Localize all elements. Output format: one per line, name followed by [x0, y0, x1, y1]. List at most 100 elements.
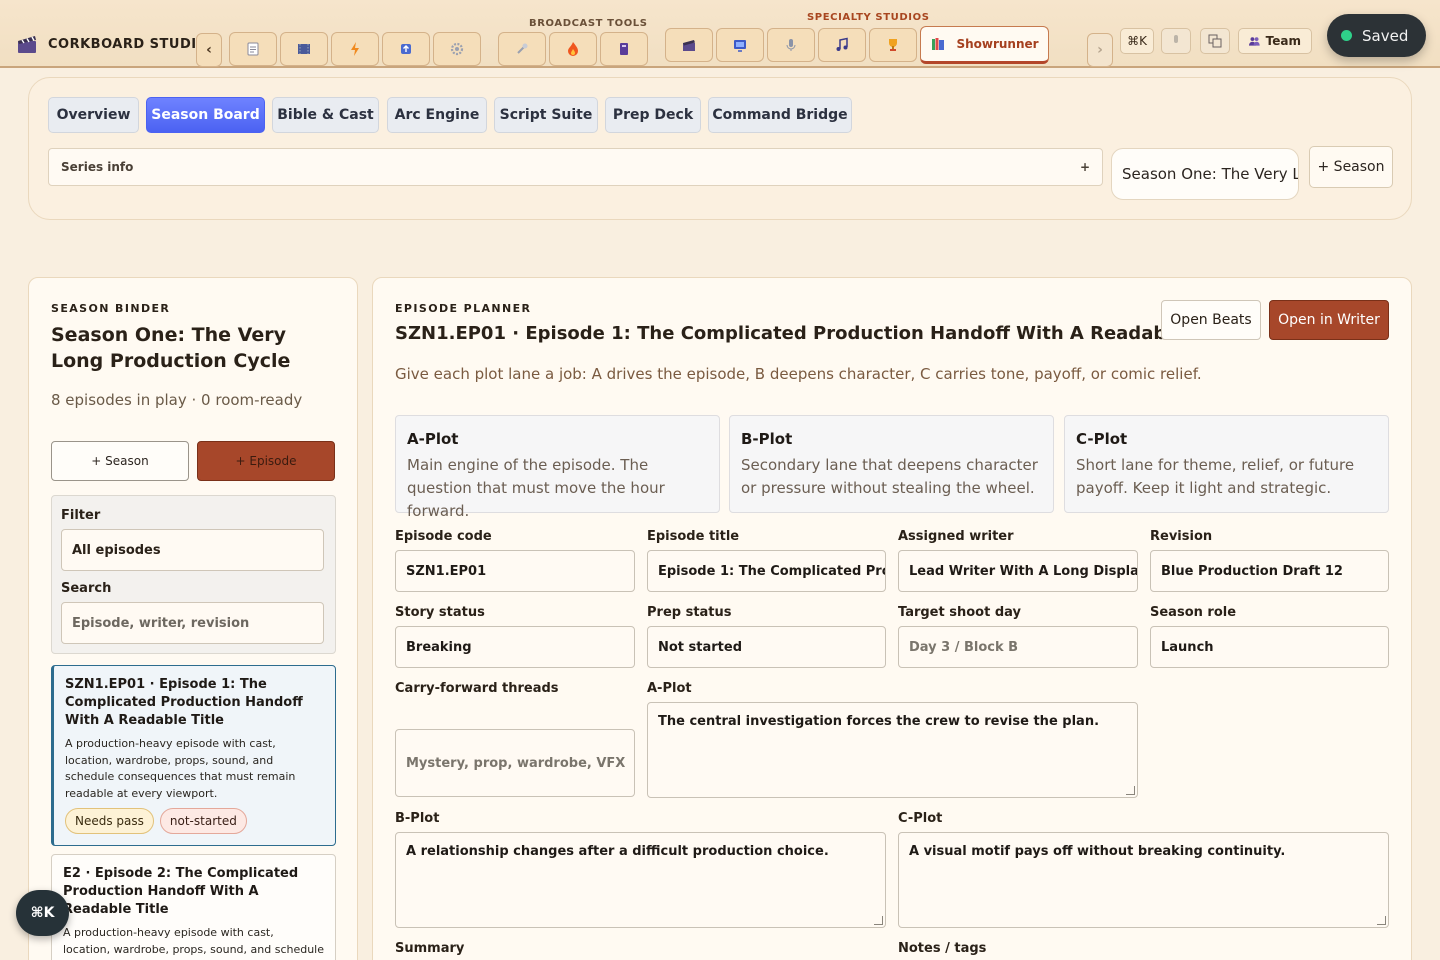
status-badge: not-started: [159, 808, 247, 834]
carry-forward-label: Carry-forward threads: [395, 681, 559, 696]
notes-tags-label: Notes / tags: [898, 941, 987, 956]
tool-notes-button[interactable]: [229, 32, 277, 66]
b-plot-label: B-Plot: [395, 811, 440, 826]
trophy-icon: [889, 39, 897, 51]
revision-label: Revision: [1150, 529, 1213, 544]
top-toolbar: CORKBOARD STUDIO ‹ BROADCAST TOOLS SPECI…: [0, 0, 1440, 68]
filter-panel: Filter All episodes Search Episode, writ…: [51, 495, 336, 654]
season-role-select[interactable]: Launch: [1150, 626, 1389, 668]
tab-prep-deck[interactable]: Prep Deck: [605, 97, 701, 133]
planner-eyebrow: EPISODE PLANNER: [395, 302, 532, 315]
prep-status-label: Prep status: [647, 605, 732, 620]
binder-eyebrow: SEASON BINDER: [51, 302, 171, 315]
season-select[interactable]: Season One: The Very Long Production Cyc…: [1111, 148, 1299, 200]
lane-title: C-Plot: [1076, 430, 1128, 448]
tool-fire-button[interactable]: [549, 32, 597, 66]
windows-button[interactable]: [1200, 28, 1230, 54]
mic-toggle-button[interactable]: [1161, 28, 1191, 54]
clapperboard-icon: [18, 36, 36, 53]
gear-icon: [450, 42, 464, 56]
tab-overview[interactable]: Overview: [48, 97, 139, 133]
c-plot-label: C-Plot: [898, 811, 943, 826]
episode-description: A production-heavy episode with cast, lo…: [63, 926, 325, 956]
tool-microphone-button[interactable]: [498, 32, 546, 66]
a-plot-textarea[interactable]: The central investigation forces the cre…: [647, 702, 1138, 798]
open-beats-button[interactable]: Open Beats: [1161, 300, 1261, 340]
tool-music-button[interactable]: [818, 28, 866, 62]
toolbar-next-button[interactable]: ›: [1087, 33, 1113, 67]
episode-code-field[interactable]: SZN1.EP01: [395, 550, 635, 592]
episode-title-field[interactable]: Episode 1: The Complicated Production Ha…: [647, 550, 886, 592]
group-label-broadcast: BROADCAST TOOLS: [529, 18, 648, 29]
planner-subtitle: Give each plot lane a job: A drives the …: [395, 365, 1202, 383]
tool-mic-button[interactable]: [767, 28, 815, 62]
episode-description: A production-heavy episode with cast, lo…: [65, 737, 296, 800]
clapperboard-icon: [683, 40, 695, 51]
team-label: Team: [1265, 34, 1301, 48]
toolbar-prev-button[interactable]: ‹: [196, 33, 222, 67]
filter-label: Filter: [61, 508, 101, 523]
c-plot-textarea[interactable]: A visual motif pays off without breaking…: [898, 832, 1389, 928]
tab-bible-cast[interactable]: Bible & Cast: [272, 97, 379, 133]
tool-film-button[interactable]: [280, 32, 328, 66]
episode-card[interactable]: SZN1.EP01 · Episode 1: The Complicated P…: [51, 665, 336, 846]
b-plot-textarea[interactable]: A relationship changes after a difficult…: [395, 832, 886, 928]
episode-code-label: Episode code: [395, 529, 492, 544]
filter-select[interactable]: All episodes: [61, 529, 324, 571]
expand-icon: +: [1079, 160, 1090, 174]
tool-clapper-button[interactable]: [665, 28, 713, 62]
series-info-label: Series info: [61, 160, 134, 174]
planner-title: SZN1.EP01 · Episode 1: The Complicated P…: [395, 323, 1237, 344]
lane-card-a-plot: A-Plot Main engine of the episode. The q…: [395, 415, 720, 520]
assigned-writer-field[interactable]: Lead Writer With A Long Display Name: [898, 550, 1138, 592]
tool-trophy-button[interactable]: [869, 28, 917, 62]
lightning-icon: [351, 42, 359, 56]
episode-title: SZN1.EP01 · Episode 1: The Complicated P…: [65, 677, 303, 728]
tool-settings-button[interactable]: [433, 32, 481, 66]
tool-lightning-button[interactable]: [331, 32, 379, 66]
tab-season-board[interactable]: Season Board: [146, 97, 265, 133]
assigned-writer-label: Assigned writer: [898, 529, 1014, 544]
prep-status-select[interactable]: Not started: [647, 626, 886, 668]
tab-script-suite[interactable]: Script Suite: [494, 97, 598, 133]
tv-icon: [734, 40, 746, 52]
season-binder: SEASON BINDER Season One: The Very Long …: [28, 277, 358, 960]
tool-book-button[interactable]: [600, 32, 648, 66]
episode-title-label: Episode title: [647, 529, 740, 544]
lane-description: Secondary lane that deepens character or…: [741, 456, 1038, 497]
series-info-toggle[interactable]: Series info +: [48, 148, 1103, 186]
team-button[interactable]: Team: [1238, 28, 1312, 54]
carry-forward-input[interactable]: Mystery, prop, wardrobe, VFX: [395, 729, 635, 797]
binder-title: Season One: The Very Long Production Cyc…: [51, 324, 291, 372]
tab-command-bridge[interactable]: Command Bridge: [708, 97, 852, 133]
upload-icon: [401, 44, 411, 54]
tab-arc-engine[interactable]: Arc Engine: [387, 97, 487, 133]
lane-card-b-plot: B-Plot Secondary lane that deepens chara…: [729, 415, 1054, 513]
target-shoot-day-input[interactable]: Day 3 / Block B: [898, 626, 1138, 668]
search-input[interactable]: Episode, writer, revision: [61, 602, 324, 644]
search-label: Search: [61, 581, 112, 596]
episode-card[interactable]: E2 · Episode 2: The Complicated Producti…: [51, 854, 336, 960]
lane-description: Main engine of the episode. The question…: [407, 456, 665, 520]
mic-icon: [786, 39, 796, 51]
season-role-label: Season role: [1150, 605, 1237, 620]
header-panel: Overview Season Board Bible & Cast Arc E…: [28, 77, 1412, 220]
revision-field[interactable]: Blue Production Draft 12: [1150, 550, 1389, 592]
episode-title: E2 · Episode 2: The Complicated Producti…: [63, 866, 299, 917]
story-status-select[interactable]: Breaking: [395, 626, 635, 668]
open-in-writer-button[interactable]: Open in Writer: [1269, 300, 1389, 340]
tool-upload-button[interactable]: [382, 32, 430, 66]
tool-tv-button[interactable]: [716, 28, 764, 62]
binder-meta: 8 episodes in play · 0 room-ready: [51, 391, 303, 409]
add-season-button[interactable]: + Season: [51, 441, 189, 481]
command-palette-button[interactable]: ⌘K: [1120, 28, 1154, 54]
saved-label: Saved: [1362, 26, 1409, 45]
note-icon: [247, 42, 259, 56]
a-plot-label: A-Plot: [647, 681, 692, 696]
add-season-button[interactable]: + Season: [1309, 146, 1393, 188]
command-palette-fab[interactable]: ⌘K: [16, 890, 69, 936]
showrunner-tab[interactable]: Showrunner: [920, 26, 1049, 64]
brand[interactable]: CORKBOARD STUDIO: [16, 33, 208, 55]
add-episode-button[interactable]: + Episode: [197, 441, 335, 481]
lane-description: Short lane for theme, relief, or future …: [1076, 456, 1355, 497]
